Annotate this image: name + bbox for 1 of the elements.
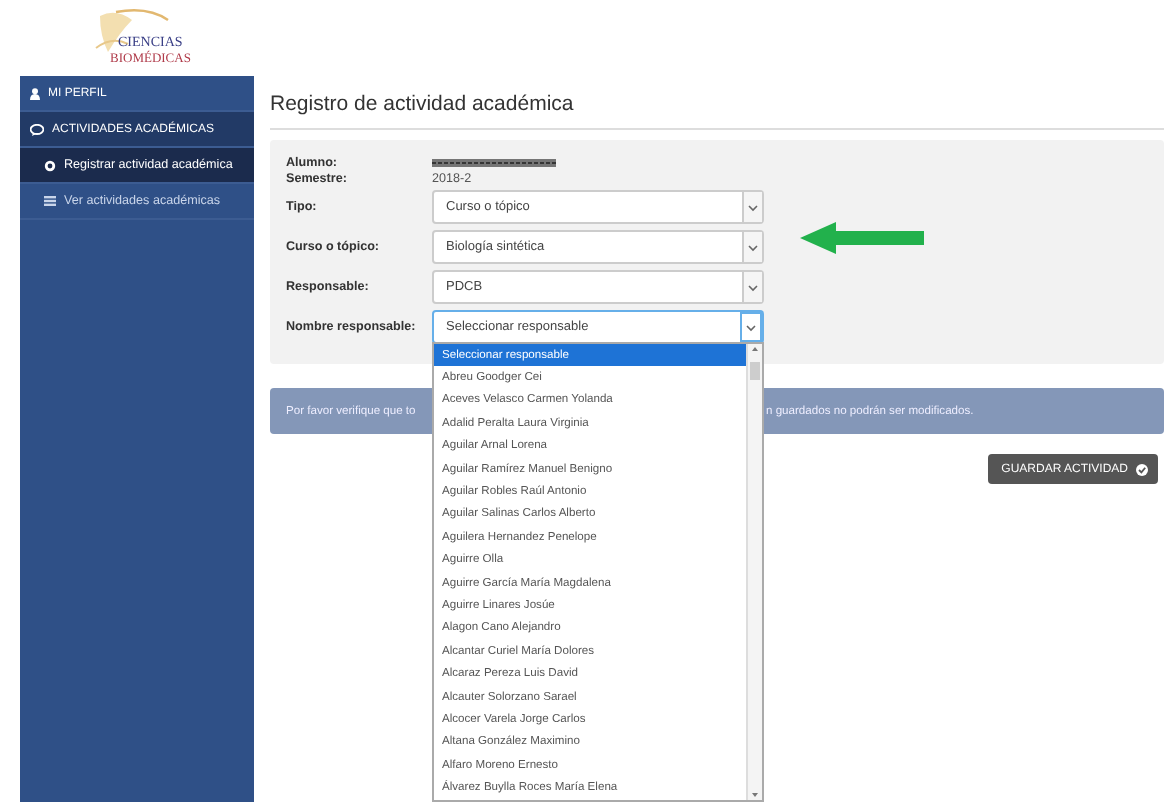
page-title: Registro de actividad académica [270,92,1164,130]
